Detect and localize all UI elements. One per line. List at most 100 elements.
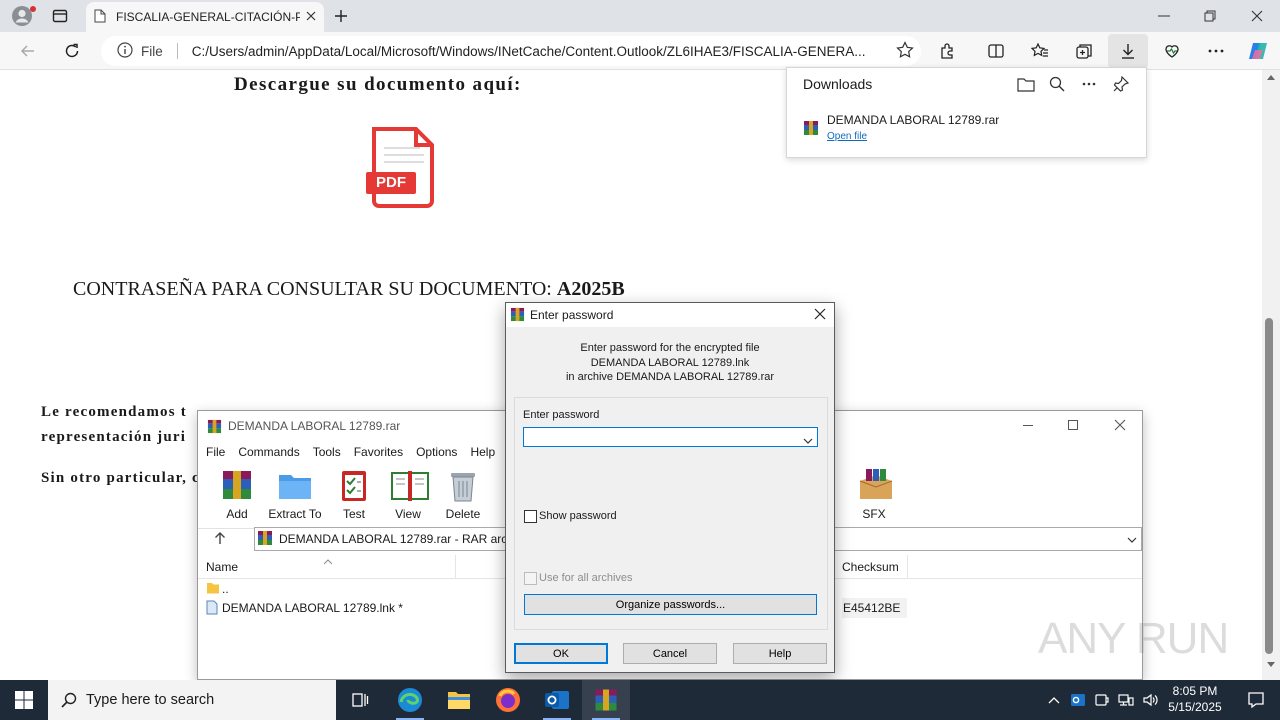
favorites-icon[interactable] [1028,40,1052,62]
tray-outlook-button[interactable] [1066,680,1090,720]
open-folder-icon[interactable] [1015,74,1037,94]
path-dropdown-icon[interactable] [1127,533,1137,547]
close-tab-icon[interactable] [306,10,316,24]
menu-options[interactable]: Options [416,445,457,459]
menu-commands[interactable]: Commands [238,445,299,459]
column-divider[interactable] [907,555,908,579]
sfx-box-icon [856,467,893,503]
browser-toolbar: File C:/Users/admin/AppData/Local/Micros… [0,32,1280,70]
tab-title: FISCALIA-GENERAL-CITACIÓN-P [116,10,300,24]
info-icon[interactable] [117,41,133,61]
back-icon[interactable] [16,40,40,62]
restore-window-icon[interactable] [1198,6,1222,26]
add-button[interactable]: Add [207,467,267,521]
winrar-taskbar-button[interactable] [582,680,630,720]
tray-volume-button[interactable] [1138,680,1162,720]
url-text[interactable]: C:/Users/admin/AppData/Local/Microsoft/W… [192,44,882,59]
delete-label: Delete [445,507,481,521]
ok-button[interactable]: OK [514,643,608,664]
close-window-icon[interactable] [1245,6,1269,26]
menu-favorites[interactable]: Favorites [354,445,403,459]
outlook-tray-icon [1071,694,1085,706]
show-hidden-icons-button[interactable] [1042,680,1066,720]
more-options-icon[interactable] [1078,74,1100,94]
pdf-label: PDF [376,174,406,191]
add-label: Add [226,507,248,521]
favorite-star-icon[interactable] [895,40,914,62]
password-dropdown-icon[interactable] [803,434,813,448]
view-button[interactable]: View [378,467,438,521]
help-button[interactable]: Help [733,643,827,664]
browser-tab-active[interactable]: FISCALIA-GENERAL-CITACIÓN-P [86,2,324,32]
edge-taskbar-button[interactable] [386,680,434,720]
rar-file-icon [803,120,819,136]
new-tab-icon[interactable] [330,6,352,26]
winrar-close-icon[interactable] [1114,419,1126,434]
windows-logo-icon [15,691,33,709]
outlook-taskbar-button[interactable] [533,680,581,720]
view-book-icon [390,467,429,503]
taskbar-search-box[interactable]: Type here to search [48,680,336,720]
profile-icon[interactable] [8,4,36,28]
downloads-icon[interactable] [1108,34,1148,68]
winrar-app-icon [207,419,222,437]
notifications-button[interactable] [1232,680,1280,720]
dialog-close-icon[interactable] [814,308,826,323]
test-button[interactable]: Test [324,467,384,521]
page-scrollbar-thumb[interactable] [1265,318,1273,654]
message-line-3: in archive DEMANDA LABORAL 12789.rar [565,371,775,383]
search-downloads-icon[interactable] [1046,74,1068,94]
winrar-minimize-icon[interactable] [1023,425,1033,426]
search-placeholder: Type here to search [86,692,215,708]
pin-icon[interactable] [1110,74,1132,94]
recommendation-line-1: Le recomendamos t [41,404,187,420]
dialog-app-icon [510,307,525,325]
password-dialog-titlebar[interactable]: Enter password [506,303,834,327]
column-checksum[interactable]: Checksum [842,560,899,574]
address-bar[interactable]: File C:/Users/admin/AppData/Local/Micros… [101,36,921,66]
downloads-panel: Downloads DEMANDA LABORAL 12789.rar Open… [786,67,1147,158]
refresh-icon[interactable] [60,40,84,62]
menu-file[interactable]: File [206,445,225,459]
delete-button[interactable]: Delete [433,467,493,521]
copilot-icon[interactable] [1244,38,1272,64]
minimize-window-icon[interactable] [1152,6,1176,26]
tray-network-button[interactable] [1114,680,1138,720]
up-folder-icon[interactable] [213,531,227,548]
password-line: CONTRASEÑA PARA CONSULTAR SU DOCUMENTO: … [73,278,625,301]
pdf-download-icon[interactable]: PDF [366,124,438,210]
file-explorer-taskbar-button[interactable] [435,680,483,720]
show-password-checkbox[interactable] [524,510,537,523]
more-menu-icon[interactable] [1204,40,1228,62]
clock-time: 8:05 PM [1172,684,1218,698]
tab-actions-icon[interactable] [48,6,72,26]
column-divider[interactable] [455,555,456,579]
extensions-icon[interactable] [936,40,960,62]
column-name[interactable]: Name [206,560,238,574]
performance-icon[interactable] [1160,40,1184,62]
taskbar-clock[interactable]: 8:05 PM 5/15/2025 [1160,683,1230,715]
cancel-button[interactable]: Cancel [623,643,717,664]
collections-icon[interactable] [1072,40,1096,62]
password-input[interactable] [523,427,818,447]
open-file-link[interactable]: Open file [827,131,867,142]
download-item-name[interactable]: DEMANDA LABORAL 12789.rar [827,113,999,127]
extract-to-button[interactable]: Extract To [265,467,325,521]
sfx-button[interactable]: SFX [844,467,904,521]
task-view-icon [352,693,369,707]
notification-icon [1248,692,1264,709]
split-screen-icon[interactable] [984,40,1008,62]
firefox-taskbar-button[interactable] [484,680,532,720]
start-button[interactable] [0,680,48,720]
use-for-all-checkbox [524,572,537,585]
view-label: View [395,507,421,521]
task-view-button[interactable] [336,680,384,720]
tray-device-button[interactable] [1090,680,1114,720]
browser-tab-bar: FISCALIA-GENERAL-CITACIÓN-P [0,0,1280,32]
add-archive-icon [219,467,255,503]
menu-help[interactable]: Help [470,445,495,459]
organize-passwords-button[interactable]: Organize passwords... [524,594,817,615]
winrar-maximize-icon[interactable] [1068,420,1078,430]
menu-tools[interactable]: Tools [313,445,341,459]
show-password-label[interactable]: Show password [539,510,617,522]
